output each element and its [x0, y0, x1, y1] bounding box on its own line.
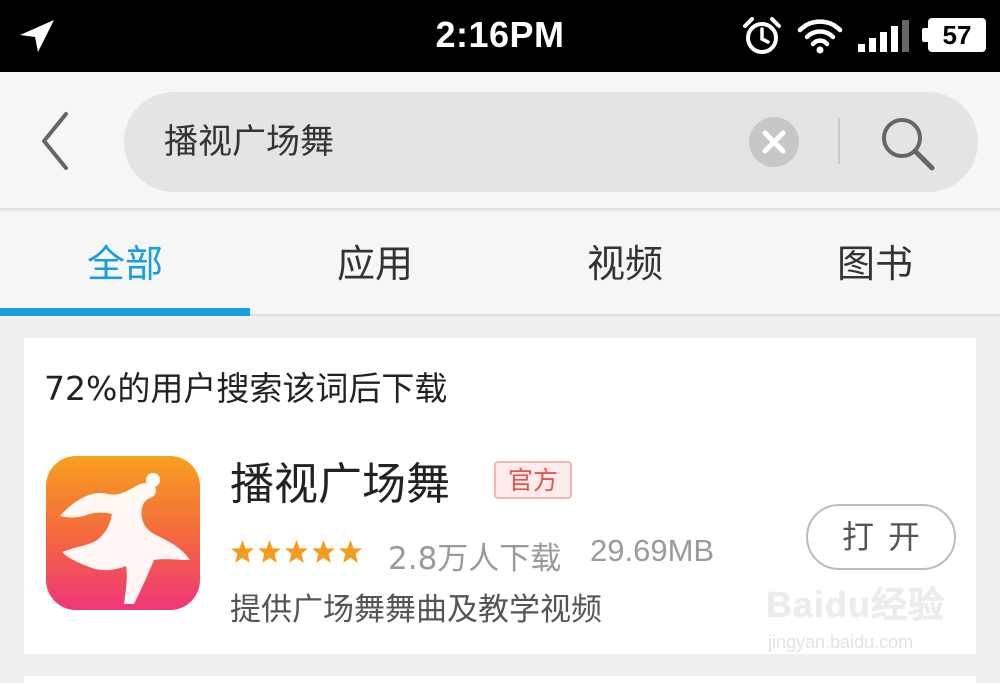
star-icon — [285, 540, 308, 563]
star-icon — [339, 540, 362, 563]
status-time: 2:16PM — [435, 14, 565, 55]
battery-percent: 57 — [942, 20, 972, 50]
status-bar: 2:16PM 57 — [0, 0, 1000, 72]
search-header: 播视广场舞 — [0, 72, 1000, 210]
tab-apps[interactable]: 应用 — [250, 212, 500, 316]
tab-all[interactable]: 全部 — [0, 212, 250, 316]
tab-books[interactable]: 图书 — [750, 212, 1000, 316]
star-icon — [312, 540, 335, 563]
search-divider — [838, 118, 840, 164]
app-description: 提供广场舞舞曲及教学视频 — [230, 592, 602, 628]
card-title: 72%的用户搜索该词后下载 — [44, 369, 448, 408]
chevron-left-icon[interactable] — [30, 108, 80, 174]
active-tab-indicator — [0, 308, 250, 316]
official-badge: 官方 — [494, 461, 572, 499]
watermark-logo: Baidu经验 — [766, 584, 946, 625]
alarm-clock-icon — [743, 17, 781, 54]
battery-icon: 57 — [922, 18, 988, 52]
rating-stars — [230, 534, 363, 568]
app-name[interactable]: 播视广场舞 — [230, 448, 450, 512]
magnifier-icon[interactable] — [876, 112, 938, 174]
dancer-app-icon[interactable] — [46, 456, 200, 610]
app-size: 29.69MB — [590, 533, 715, 568]
category-tabs: 全部 应用 视频 图书 — [0, 212, 1000, 316]
watermark-url: jingyan.baidu.com — [768, 632, 914, 652]
tab-videos[interactable]: 视频 — [500, 212, 750, 316]
baidu-watermark: Baidu经验 jingyan.baidu.com — [766, 576, 952, 662]
search-input[interactable]: 播视广场舞 — [164, 92, 334, 192]
download-count: 2.8万人下载 — [388, 541, 562, 577]
clear-circle-icon[interactable] — [748, 116, 800, 168]
star-icon — [258, 540, 281, 563]
signal-bars-icon — [858, 20, 909, 52]
search-box[interactable]: 播视广场舞 — [124, 92, 978, 192]
open-button[interactable]: 打开 — [806, 504, 956, 570]
star-icon — [231, 540, 254, 563]
wifi-icon — [797, 19, 843, 54]
next-card-edge — [24, 676, 976, 683]
